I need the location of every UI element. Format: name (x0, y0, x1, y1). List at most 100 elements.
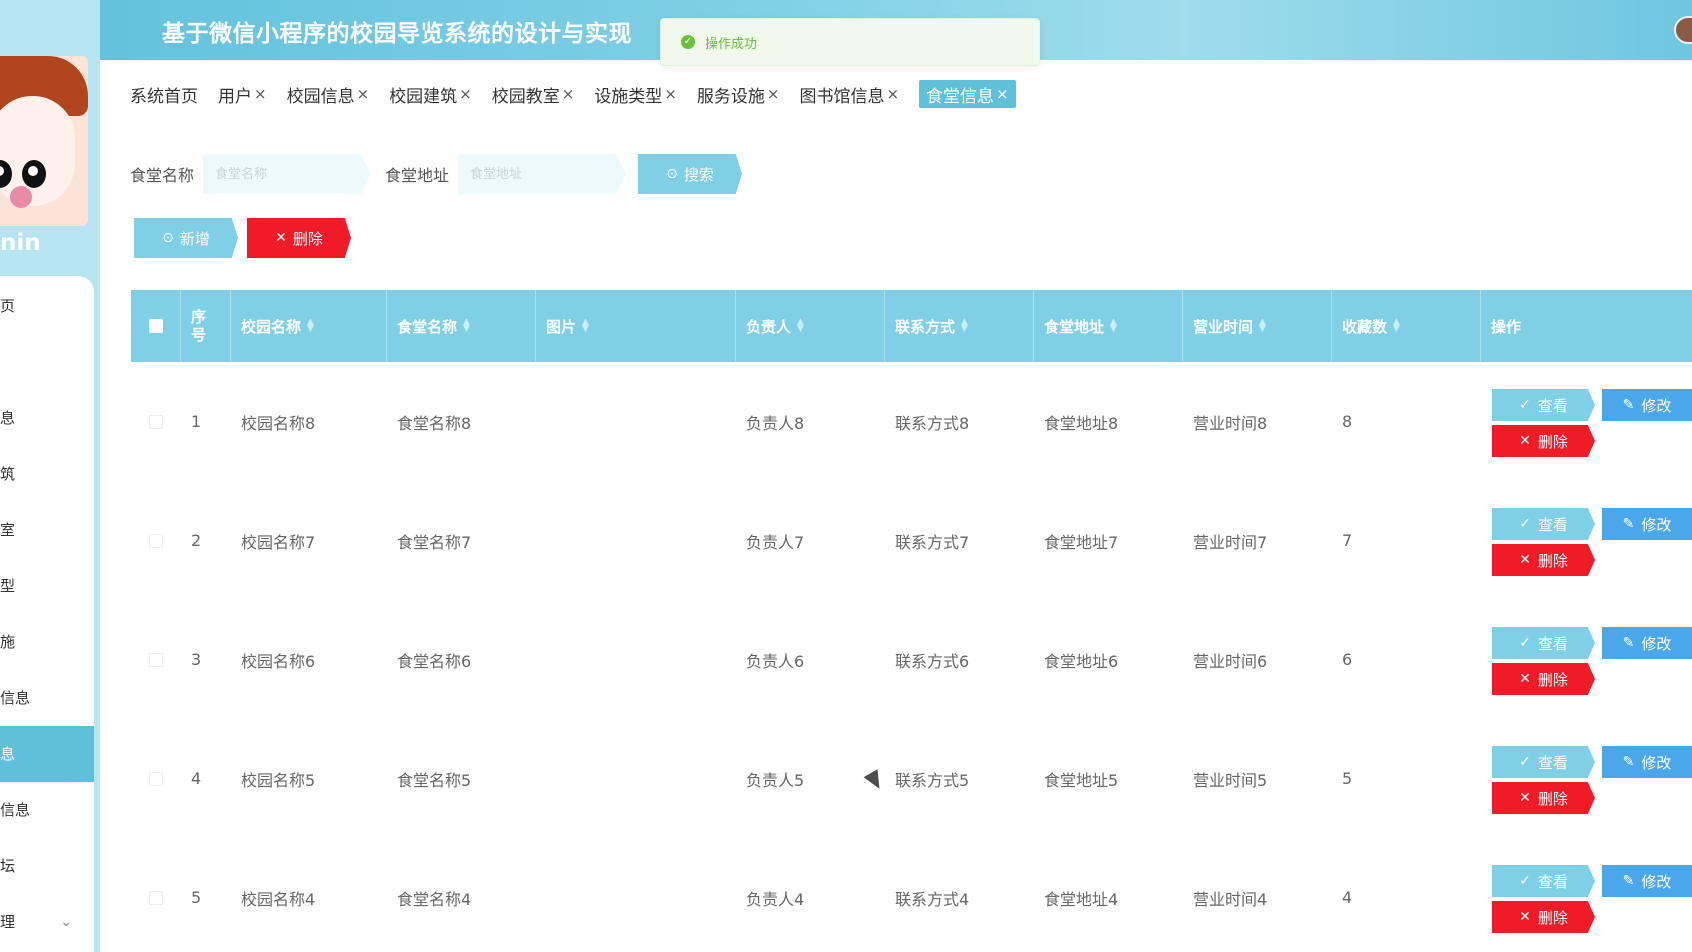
sort-icon[interactable]: ▲ ▼ (307, 318, 314, 334)
edit-button[interactable]: ✎ 修改 (1602, 746, 1692, 778)
sidebar-item-info[interactable]: 信息 (0, 782, 94, 838)
col-person[interactable]: 负责人 ▲ ▼ (736, 290, 885, 362)
edit-button[interactable]: ✎ 修改 (1602, 389, 1692, 421)
sidebar-item-classroom[interactable]: 室 (0, 502, 94, 558)
delete-button-label: 删除 (1537, 551, 1568, 570)
edit-button[interactable]: ✎ 修改 (1602, 865, 1692, 897)
select-all-checkbox[interactable] (148, 319, 163, 333)
col-canteen[interactable]: 食堂名称 ▲ ▼ (387, 290, 536, 362)
canteen-address-input[interactable] (458, 154, 626, 194)
row-checkbox-cell (131, 719, 181, 838)
edit-button-label: 修改 (1641, 634, 1672, 653)
cell-person: 负责人7 (746, 532, 805, 552)
sidebar-item-campus[interactable]: 息 (0, 390, 94, 446)
tab-building[interactable]: 校园建筑 × (389, 80, 472, 108)
view-button[interactable]: ✓ 查看 (1492, 627, 1595, 659)
sort-icon[interactable]: ▲ ▼ (582, 318, 589, 334)
sidebar-item-building[interactable]: 筑 (0, 446, 94, 502)
col-address[interactable]: 食堂地址 ▲ ▼ (1034, 290, 1183, 362)
row-checkbox[interactable] (149, 414, 163, 429)
cell-contact: 联系方式5 (895, 770, 970, 790)
tab-home[interactable]: 系统首页 (130, 80, 198, 108)
close-icon[interactable]: × (357, 85, 370, 103)
close-icon[interactable]: × (254, 85, 267, 103)
row-checkbox[interactable] (149, 533, 163, 548)
user-avatar[interactable] (1674, 16, 1692, 44)
col-campus[interactable]: 校园名称 ▲ ▼ (231, 290, 387, 362)
row-checkbox[interactable] (149, 890, 163, 905)
tab-users[interactable]: 用户 × (218, 80, 267, 108)
cell-hours: 营业时间4 (1193, 889, 1268, 909)
delete-button[interactable]: ✕ 删除 (1492, 663, 1595, 695)
canteen-table: 序号 校园名称 ▲ ▼ 食堂名称 ▲ ▼ 图片 ▲ ▼ 负责人 ▲ ▼ 联系方式 ▲ ▼ 食堂地址 ▲… (131, 290, 1692, 952)
check-icon: ✓ (1519, 397, 1531, 413)
tab-facility-type[interactable]: 设施类型 × (594, 80, 677, 108)
sort-icon[interactable]: ▲ ▼ (797, 318, 804, 334)
row-checkbox[interactable] (149, 652, 163, 667)
col-image-label: 图片 (546, 317, 577, 336)
cell-person: 负责人6 (746, 651, 805, 671)
edit-button[interactable]: ✎ 修改 (1602, 627, 1692, 659)
tab-label: 系统首页 (130, 86, 198, 107)
col-favorites[interactable]: 收藏数 ▲ ▼ (1332, 290, 1481, 362)
delete-button[interactable]: ✕ 删除 (1492, 544, 1595, 576)
add-button-label: 新增 (179, 229, 210, 248)
sidebar-item-canteen[interactable]: 息 (0, 726, 94, 782)
check-icon: ✓ (1519, 635, 1531, 651)
cell-index: 4 (191, 769, 202, 788)
sidebar-item-home[interactable]: 页 (0, 278, 94, 334)
batch-delete-button[interactable]: ✕ 删除 (247, 218, 351, 258)
sort-icon[interactable]: ▲ ▼ (961, 318, 968, 334)
row-checkbox[interactable] (149, 771, 163, 786)
tab-label: 服务设施 (696, 86, 765, 107)
search-button[interactable]: ⊙ 搜索 (638, 154, 742, 194)
view-button[interactable]: ✓ 查看 (1492, 865, 1595, 897)
sidebar-item-label: 理 (0, 913, 16, 931)
col-hours[interactable]: 营业时间 ▲ ▼ (1183, 290, 1332, 362)
cell-person: 负责人5 (746, 770, 805, 790)
delete-button[interactable]: ✕ 删除 (1492, 425, 1595, 457)
success-toast: ✓ 操作成功 (660, 18, 1040, 66)
sort-icon[interactable]: ▲ ▼ (1110, 318, 1117, 334)
tab-canteen[interactable]: 食堂信息 × (919, 80, 1016, 108)
tab-classroom[interactable]: 校园教室 × (492, 80, 575, 108)
sidebar-item-manage[interactable]: 理 ⌄ (0, 894, 94, 950)
cell-index: 1 (191, 412, 202, 431)
canteen-name-input[interactable] (203, 154, 371, 194)
tab-library[interactable]: 图书馆信息 × (799, 80, 899, 108)
col-contact[interactable]: 联系方式 ▲ ▼ (885, 290, 1034, 362)
view-button[interactable]: ✓ 查看 (1492, 389, 1595, 421)
select-all-checkbox-cell (131, 290, 181, 362)
close-icon[interactable]: × (996, 85, 1009, 103)
sidebar-item-forum[interactable]: 坛 (0, 838, 94, 894)
delete-button[interactable]: ✕ 删除 (1492, 782, 1595, 814)
view-button[interactable]: ✓ 查看 (1492, 508, 1595, 540)
close-icon[interactable]: × (767, 85, 780, 103)
add-button[interactable]: ⊙ 新增 (134, 218, 238, 258)
canteen-name-label: 食堂名称 (130, 166, 195, 185)
delete-button[interactable]: ✕ 删除 (1492, 901, 1595, 933)
tab-facility[interactable]: 服务设施 × (697, 80, 780, 108)
edit-button[interactable]: ✎ 修改 (1602, 508, 1692, 540)
col-person-label: 负责人 (746, 317, 792, 336)
col-address-label: 食堂地址 (1044, 317, 1105, 336)
close-icon[interactable]: × (886, 85, 899, 103)
sidebar-item-facility-type[interactable]: 型 (0, 558, 94, 614)
view-button[interactable]: ✓ 查看 (1492, 746, 1595, 778)
sort-icon[interactable]: ▲ ▼ (463, 318, 470, 334)
sort-icon[interactable]: ▲ ▼ (1259, 318, 1266, 334)
sort-icon[interactable]: ▲ ▼ (1393, 318, 1400, 334)
row-checkbox-cell (131, 362, 181, 481)
close-icon[interactable]: × (562, 85, 575, 103)
check-circle-icon: ⊙ (666, 166, 678, 182)
sidebar-item-library[interactable]: 信息 (0, 670, 94, 726)
close-icon[interactable]: × (664, 85, 677, 103)
batch-delete-button-label: 删除 (292, 229, 323, 248)
sidebar-item-facility[interactable]: 施 (0, 614, 94, 670)
tab-campus[interactable]: 校园信息 × (287, 80, 370, 108)
cell-hours: 营业时间8 (1193, 413, 1268, 433)
cell-contact: 联系方式7 (895, 532, 970, 552)
col-image[interactable]: 图片 ▲ ▼ (536, 290, 736, 362)
cell-campus: 校园名称8 (241, 413, 316, 433)
close-icon[interactable]: × (459, 85, 472, 103)
